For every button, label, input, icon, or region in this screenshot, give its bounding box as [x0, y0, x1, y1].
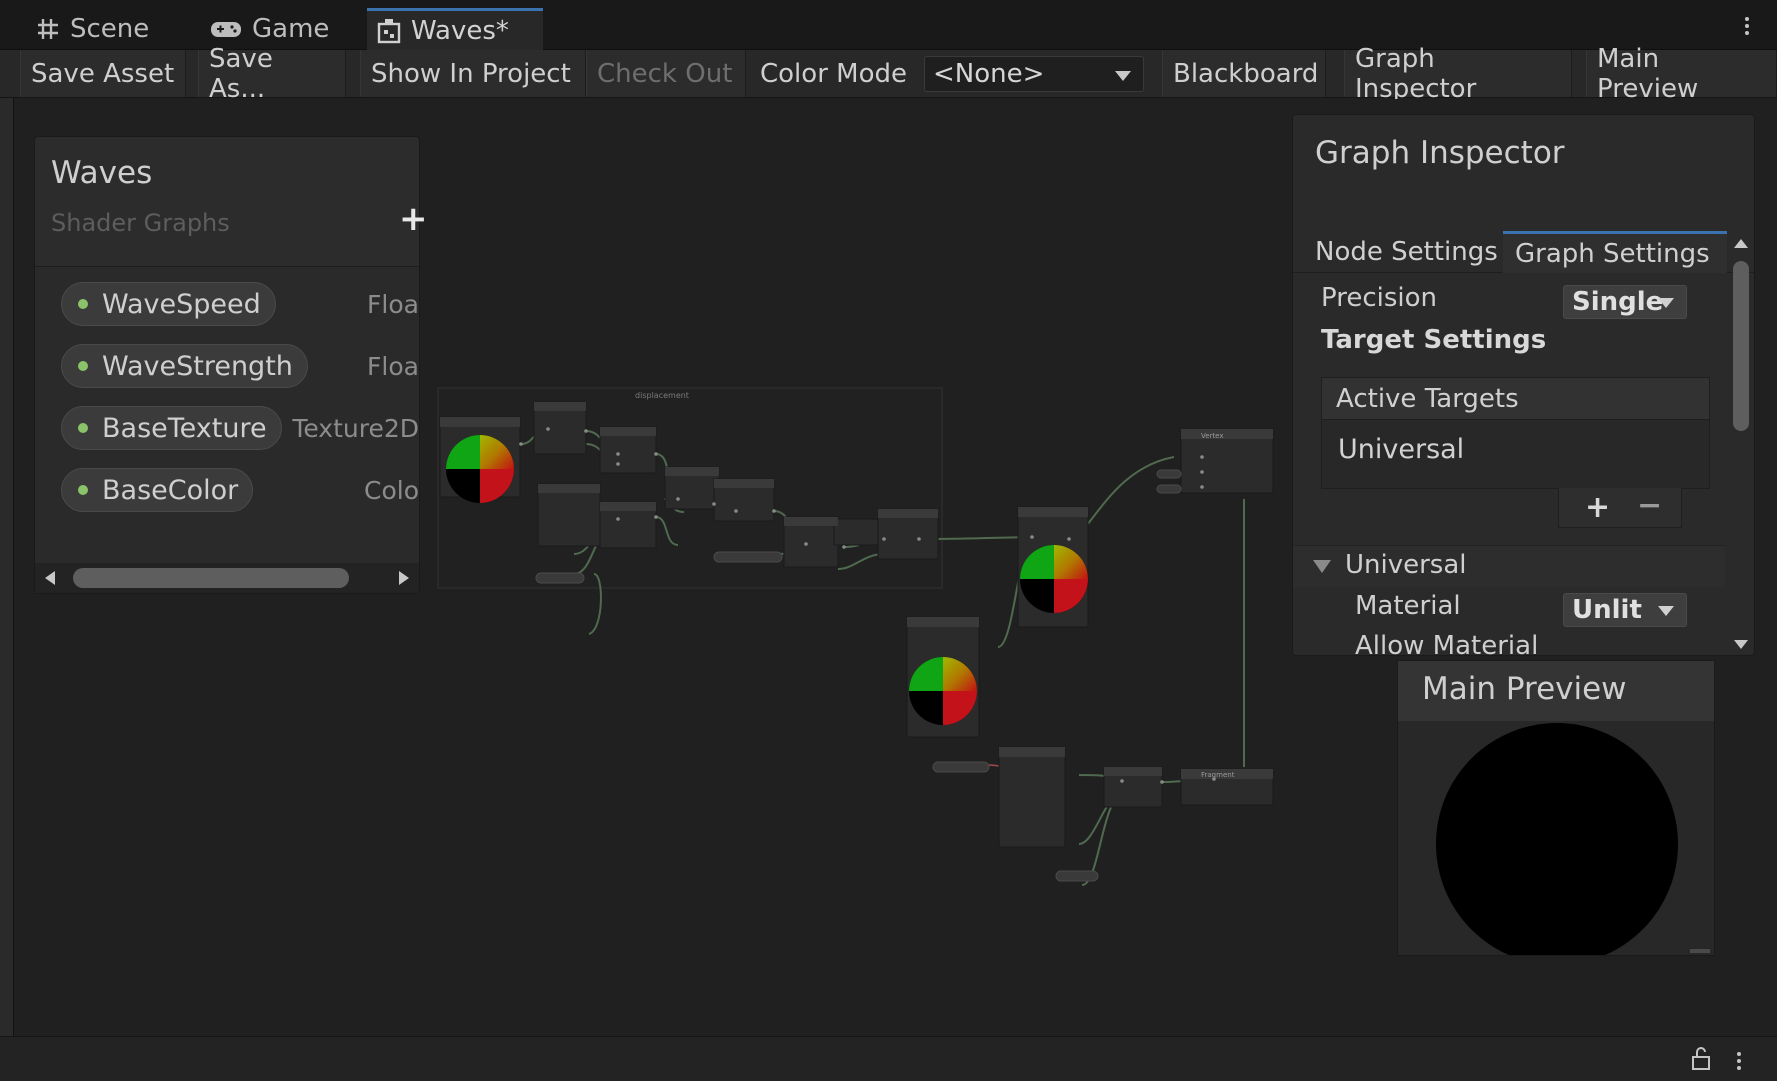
- node-preview-sphere: [1020, 545, 1088, 613]
- property-dot-icon: [78, 361, 88, 371]
- show-in-project-button[interactable]: Show In Project: [360, 50, 586, 97]
- arrow-down-icon[interactable]: [1734, 640, 1748, 649]
- inspector-vertical-scrollbar[interactable]: [1730, 239, 1752, 649]
- precision-label: Precision: [1321, 283, 1438, 313]
- chevron-down-icon: [1658, 298, 1674, 308]
- check-out-button[interactable]: Check Out: [586, 50, 746, 97]
- tab-graph-settings[interactable]: Graph Settings: [1503, 231, 1727, 273]
- editor-tab-bar: Scene Game Waves*: [0, 0, 1777, 50]
- remove-target-button[interactable]: −: [1637, 488, 1662, 523]
- arrow-up-icon[interactable]: [1734, 239, 1748, 248]
- graph-inspector-panel[interactable]: Graph Inspector Node Settings Graph Sett…: [1292, 114, 1755, 656]
- material-label: Material: [1355, 591, 1461, 621]
- material-value: Unlit: [1572, 595, 1642, 625]
- property-wavestrength[interactable]: WaveStrength: [61, 344, 308, 388]
- inspector-tabs: Node Settings Graph Settings: [1293, 231, 1754, 273]
- save-as-button[interactable]: Save As...: [198, 44, 346, 104]
- chevron-down-icon: [1115, 71, 1131, 81]
- fragment-label: Fragment: [1201, 771, 1235, 779]
- property-basetexture[interactable]: BaseTexture: [61, 406, 282, 450]
- shader-graph-window: Scene Game Waves* Save Asset Save As... …: [0, 0, 1777, 1081]
- property-wavespeed[interactable]: WaveSpeed: [61, 282, 276, 326]
- arrow-right-icon[interactable]: [399, 571, 409, 585]
- property-dot-icon: [78, 423, 88, 433]
- color-mode-dropdown[interactable]: <None>: [924, 56, 1144, 92]
- property-type: Floa: [367, 289, 419, 319]
- color-mode-label: Color Mode: [760, 58, 907, 89]
- property-type: Texture2D: [292, 413, 419, 443]
- status-bar: [0, 1036, 1777, 1081]
- scrollbar-thumb[interactable]: [1733, 261, 1749, 431]
- graph-inspector-title: Graph Inspector: [1315, 135, 1565, 171]
- node-preview-sphere: [909, 657, 977, 725]
- group-label: displacement: [635, 391, 689, 400]
- property-name: WaveSpeed: [102, 288, 261, 320]
- property-type: Colo: [364, 475, 419, 505]
- save-asset-button[interactable]: Save Asset: [20, 50, 186, 97]
- property-name: BaseColor: [102, 474, 239, 506]
- resize-grip-icon[interactable]: [1690, 949, 1710, 953]
- blackboard-title: Waves: [51, 155, 153, 191]
- add-target-button[interactable]: +: [1585, 490, 1610, 525]
- precision-value: Single: [1572, 287, 1664, 317]
- precision-dropdown[interactable]: Single: [1563, 285, 1687, 319]
- blackboard-header: Waves Shader Graphs +: [35, 137, 428, 267]
- targets-add-remove: + −: [1558, 488, 1682, 528]
- property-name: WaveStrength: [102, 350, 293, 382]
- allow-material-label: Allow Material: [1355, 631, 1539, 656]
- tab-label: Scene: [70, 14, 150, 44]
- foldout-arrow-icon[interactable]: [1313, 560, 1331, 573]
- graph-inspector-toggle-button[interactable]: Graph Inspector: [1344, 44, 1572, 104]
- kebab-menu-icon[interactable]: [1743, 14, 1751, 40]
- add-property-button[interactable]: +: [399, 202, 429, 236]
- blackboard-panel[interactable]: Waves Shader Graphs + WaveSpeed Floa Wav…: [34, 136, 428, 594]
- blackboard-horizontal-scrollbar[interactable]: [35, 563, 419, 593]
- active-targets-header: Active Targets: [1322, 378, 1709, 420]
- scrollbar-thumb[interactable]: [73, 568, 349, 588]
- node-preview-sphere: [446, 435, 514, 503]
- blackboard-subtitle: Shader Graphs: [51, 209, 230, 237]
- property-dot-icon: [78, 299, 88, 309]
- chevron-down-icon: [1658, 606, 1674, 616]
- universal-section-label: Universal: [1345, 550, 1467, 580]
- blackboard-toggle-button[interactable]: Blackboard: [1162, 50, 1326, 97]
- tab-waves[interactable]: Waves*: [367, 8, 543, 50]
- list-item[interactable]: Universal: [1322, 420, 1709, 465]
- preview-sphere: [1436, 723, 1678, 955]
- tab-label: Waves*: [411, 15, 509, 46]
- lock-icon[interactable]: [1691, 1047, 1711, 1071]
- tab-label: Game: [252, 14, 330, 44]
- property-dot-icon: [78, 485, 88, 495]
- main-preview-viewport[interactable]: [1398, 721, 1714, 955]
- target-settings-heading: Target Settings: [1321, 325, 1547, 355]
- material-dropdown[interactable]: Unlit: [1563, 593, 1687, 627]
- graph-toolbar: Save Asset Save As... Show In Project Ch…: [0, 44, 1777, 104]
- property-basecolor[interactable]: BaseColor: [61, 468, 254, 512]
- gamepad-icon: [211, 22, 241, 37]
- property-name: BaseTexture: [102, 412, 267, 444]
- shader-graph-icon: [377, 18, 401, 43]
- universal-foldout[interactable]: Universal: [1293, 545, 1725, 587]
- vertex-label: Vertex: [1201, 432, 1224, 440]
- main-preview-toggle-button[interactable]: Main Preview: [1586, 44, 1777, 104]
- left-panel-edge: [0, 98, 14, 1036]
- grid-icon: [38, 19, 58, 39]
- main-preview-panel[interactable]: Main Preview: [1397, 660, 1715, 956]
- tab-scene[interactable]: Scene: [26, 8, 159, 50]
- tab-node-settings[interactable]: Node Settings: [1303, 231, 1510, 273]
- property-type: Floa: [367, 351, 419, 381]
- active-targets-list[interactable]: Active Targets Universal: [1321, 377, 1710, 489]
- kebab-menu-icon[interactable]: [1735, 1049, 1743, 1075]
- arrow-left-icon[interactable]: [45, 571, 55, 585]
- color-mode-value: <None>: [933, 59, 1045, 89]
- main-preview-title: Main Preview: [1398, 661, 1714, 721]
